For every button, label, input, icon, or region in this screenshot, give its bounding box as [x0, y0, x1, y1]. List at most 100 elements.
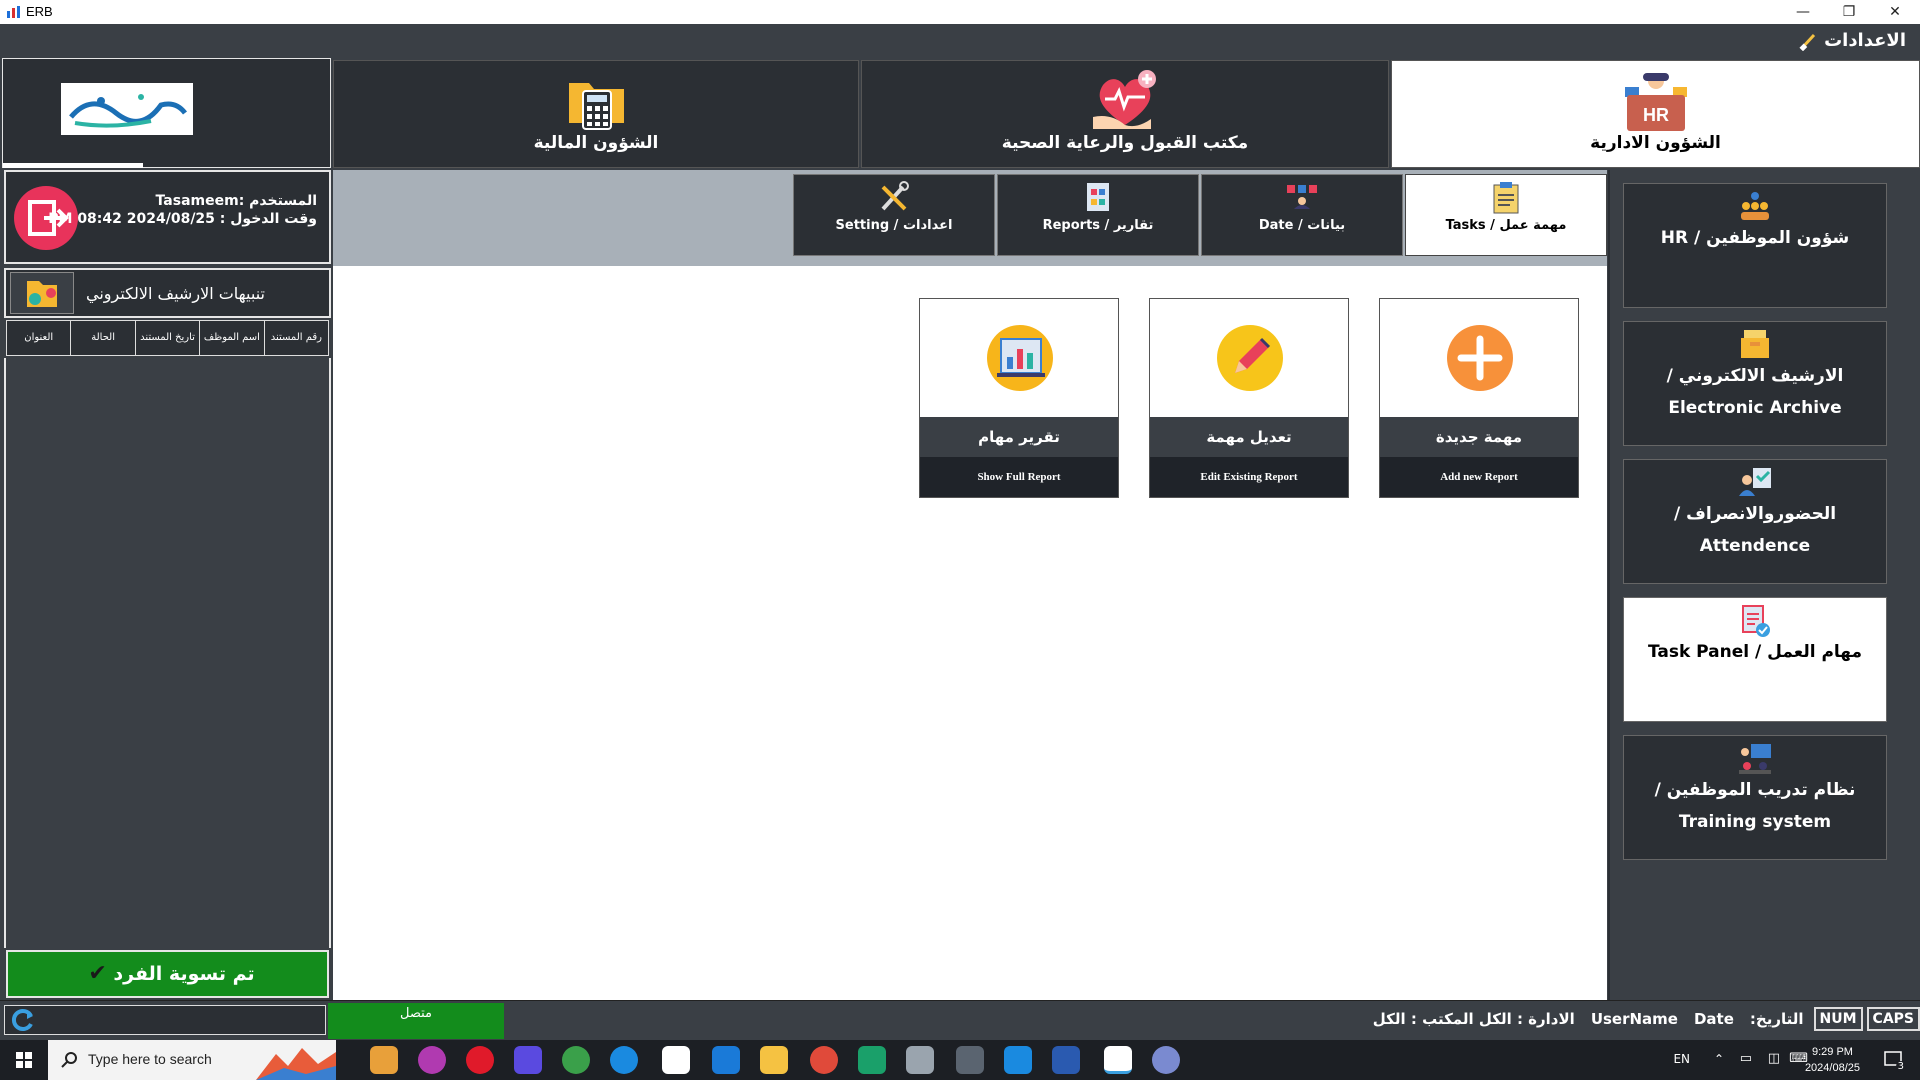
taskbar-app-monitor-icon[interactable] — [1004, 1046, 1032, 1074]
taskbar-edge-icon[interactable] — [610, 1046, 638, 1074]
clock-date: 2024/08/25 — [1804, 1062, 1860, 1074]
refresh-icon[interactable] — [9, 1006, 37, 1034]
notifications-button[interactable]: 3 — [1882, 1048, 1906, 1072]
archive-alerts-icon-box — [10, 272, 74, 314]
minimize-button[interactable]: — — [1780, 0, 1826, 24]
tab-admission-health[interactable]: مكتب القبول والرعاية الصحية — [861, 60, 1389, 168]
settings-strip: الاعدادات — [0, 24, 1920, 60]
col-employee-name[interactable]: اسم الموظف — [200, 321, 265, 355]
edit-task-subtitle: Edit Existing Report — [1150, 457, 1348, 497]
task-report-subtitle: Show Full Report — [920, 457, 1118, 497]
settings-menu[interactable]: الاعدادات — [1798, 30, 1906, 51]
col-status[interactable]: الحالة — [71, 321, 136, 355]
taskbar-app-window-icon[interactable] — [906, 1046, 934, 1074]
archive-alerts-header: تنبيهات الارشيف الالكتروني — [4, 268, 331, 318]
status-username: UserName — [1590, 1010, 1678, 1028]
taskbar-erb-app-icon[interactable] — [662, 1046, 690, 1074]
checkmark-icon: ✔ — [88, 961, 107, 986]
windows-logo-icon — [16, 1052, 32, 1068]
subtab-reports[interactable]: تقارير / Reports — [997, 174, 1199, 256]
subtab-setting[interactable]: اعدادات / Setting — [793, 174, 995, 256]
company-logo — [61, 83, 193, 135]
new-task-title: مهمة جديدة — [1380, 417, 1578, 457]
taskbar-mail-icon[interactable] — [712, 1046, 740, 1074]
alerts-table-header: العنوان الحالة تاريخ المستند اسم الموظف … — [6, 320, 329, 356]
taskbar-file-explorer-icon[interactable] — [760, 1046, 788, 1074]
report-chart-icon — [987, 325, 1053, 391]
user-details: المستخدم :Tasameem وقت الدخول : PM 08:42… — [48, 192, 317, 228]
task-checklist-icon — [1742, 605, 1770, 637]
taskbar-calculator-icon[interactable] — [956, 1046, 984, 1074]
col-document-number[interactable]: رقم المستند — [265, 321, 328, 355]
data-icon — [1287, 185, 1317, 209]
subtab-data-label: بيانات / Date — [1258, 218, 1346, 233]
subtab-setting-label: اعدادات / Setting — [835, 218, 953, 233]
settle-label: تم تسوية الفرد — [113, 963, 255, 985]
taskbar-chrome-profile-icon[interactable] — [810, 1046, 838, 1074]
tray-expand-icon[interactable]: ⌃ — [1714, 1052, 1724, 1066]
connection-status: متصل — [328, 1003, 504, 1039]
taskbar-erb-active-icon[interactable] — [1104, 1046, 1132, 1074]
language-indicator[interactable]: EN — [1673, 1052, 1690, 1066]
task-report-card[interactable]: تقرير مهام Show Full Report — [919, 298, 1119, 498]
new-task-card[interactable]: مهمة جديدة Add new Report — [1379, 298, 1579, 498]
tab-administrative-label: الشؤون الادارية — [1590, 133, 1721, 153]
sidebar-item-electronic-archive[interactable]: الارشيف الالكتروني / Electronic Archive — [1623, 321, 1887, 446]
tab-admission-health-label: مكتب القبول والرعاية الصحية — [1001, 133, 1249, 153]
window-title: ERB — [26, 4, 53, 19]
subtab-tasks[interactable]: مهمة عمل / Tasks — [1405, 174, 1607, 256]
caps-lock-indicator: CAPS — [1866, 1007, 1920, 1031]
brush-icon — [1799, 33, 1816, 51]
archive-folder-icon — [1741, 330, 1769, 358]
sidebar-item-hr[interactable]: شؤون الموظفين / HR — [1623, 183, 1887, 308]
network-icon[interactable]: ▭ — [1740, 1051, 1752, 1066]
notification-count: 3 — [1895, 1061, 1906, 1072]
reports-icon — [1087, 183, 1109, 211]
taskbar-word-icon[interactable] — [1052, 1046, 1080, 1074]
sidebar-item-attendance[interactable]: الحضوروالانصراف / Attendence — [1623, 459, 1887, 584]
subtab-reports-label: تقارير / Reports — [1042, 218, 1154, 233]
close-button[interactable]: ✕ — [1872, 0, 1918, 24]
login-time-line: وقت الدخول : PM 08:42 2024/08/25 — [48, 211, 317, 227]
taskbar-search[interactable]: Type here to search — [48, 1040, 336, 1080]
status-info: الادارة : الكل المكتب : الكل UserName Da… — [1367, 1007, 1920, 1031]
taskbar-app-ms-icon[interactable] — [370, 1046, 398, 1074]
status-date: Date — [1693, 1010, 1734, 1028]
settle-individual-button[interactable]: تم تسوية الفرد ✔ — [6, 950, 329, 998]
refresh-panel — [4, 1005, 326, 1035]
alerts-table-body — [4, 358, 331, 948]
company-logo-panel — [2, 58, 331, 168]
taskbar-app-cube-icon[interactable] — [858, 1046, 886, 1074]
start-button[interactable] — [0, 1040, 48, 1080]
add-icon — [1447, 325, 1513, 391]
taskbar-chrome-icon[interactable] — [562, 1046, 590, 1074]
search-icon — [61, 1052, 77, 1068]
tab-finance[interactable]: الشؤون المالية — [333, 60, 859, 168]
edit-task-card[interactable]: تعديل مهمة Edit Existing Report — [1149, 298, 1349, 498]
taskbar-app-play-icon[interactable] — [514, 1046, 542, 1074]
subtab-data[interactable]: بيانات / Date — [1201, 174, 1403, 256]
logo-underline — [3, 163, 143, 168]
sidebar-item-training-label: نظام تدريب الموظفين / Training system — [1654, 780, 1856, 832]
sidebar-item-task-panel[interactable]: مهام العمل / Task Panel — [1623, 597, 1887, 722]
sidebar-item-training[interactable]: نظام تدريب الموظفين / Training system — [1623, 735, 1887, 860]
hr-icon: HR — [1624, 73, 1687, 131]
attendance-icon — [1739, 468, 1771, 496]
folder-refresh-icon — [27, 281, 57, 307]
health-care-icon — [1093, 70, 1156, 129]
taskbar-app-c-icon[interactable] — [418, 1046, 446, 1074]
employees-icon — [1741, 192, 1769, 220]
col-document-date[interactable]: تاريخ المستند — [136, 321, 201, 355]
col-title[interactable]: العنوان — [7, 321, 72, 355]
tab-finance-label: الشؤون المالية — [533, 133, 659, 153]
maximize-button[interactable]: ❐ — [1826, 0, 1872, 24]
task-report-title: تقرير مهام — [920, 417, 1118, 457]
tab-administrative[interactable]: HR الشؤون الادارية — [1391, 60, 1920, 168]
sidebar-item-attendance-label: الحضوروالانصراف / Attendence — [1673, 504, 1837, 556]
taskbar-opera-icon[interactable] — [466, 1046, 494, 1074]
num-lock-indicator: NUM — [1813, 1007, 1863, 1031]
volume-icon[interactable]: ◫ — [1768, 1051, 1780, 1066]
archive-alerts-title: تنبيهات الارشيف الالكتروني — [86, 284, 265, 303]
taskbar-paint-icon[interactable] — [1152, 1046, 1180, 1074]
clock[interactable]: 9:29 PM 2024/08/25 — [1805, 1044, 1860, 1076]
